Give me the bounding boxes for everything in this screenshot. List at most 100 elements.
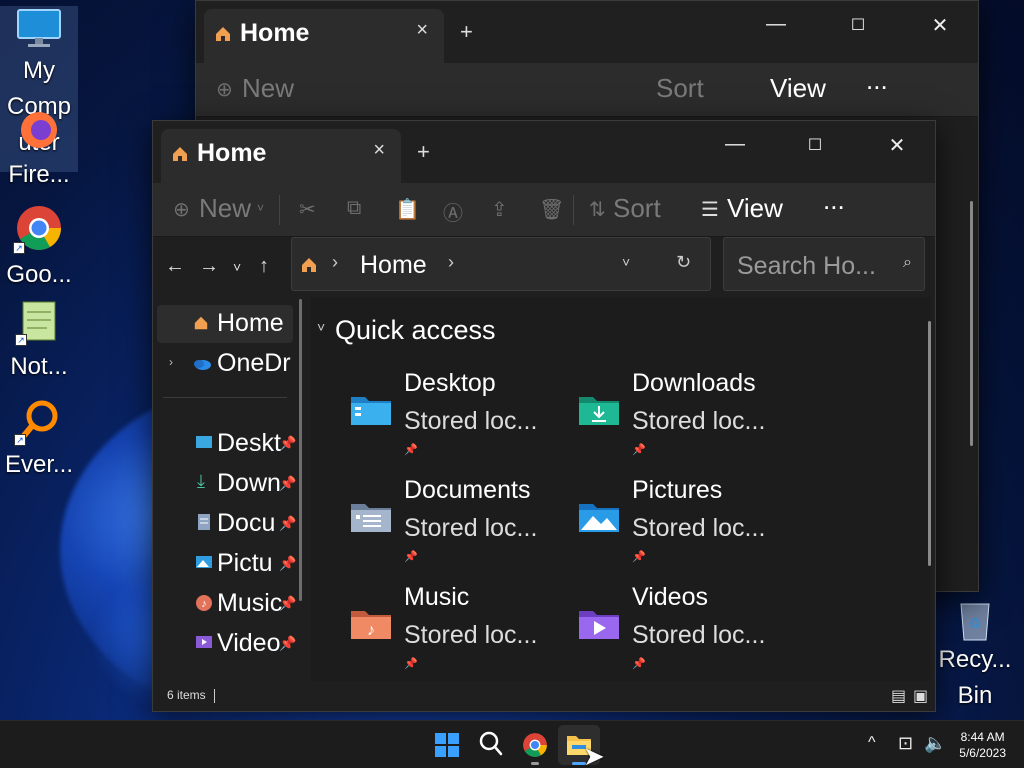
more-options-button[interactable]: ... <box>866 65 888 96</box>
desktop-icon-recycle-bin[interactable]: ♻ Recy... Bin <box>934 596 1016 714</box>
recycle-bin-icon: ♻ <box>955 596 995 642</box>
new-tab-button[interactable]: + <box>417 139 430 165</box>
explorer-window-front[interactable]: Home × + — ☐ ✕ ⊕ New ˅ ✂ ⧉ 📋 Ⓐ ⇪ 🗑 ⇅ Sor… <box>152 120 936 712</box>
item-name: Videos <box>632 583 708 611</box>
nav-item-pictures[interactable]: Pictu 📌 <box>157 545 296 583</box>
cut-icon[interactable]: ✂ <box>299 197 316 222</box>
documents-folder-icon <box>349 498 393 539</box>
rename-icon[interactable]: Ⓐ <box>443 197 463 226</box>
everything-search-icon: ↗ <box>14 398 62 446</box>
tiles-view-icon[interactable]: ▣ <box>913 686 928 706</box>
svg-text:♪: ♪ <box>367 622 375 639</box>
shortcut-arrow-icon: ↗ <box>14 434 26 446</box>
back-button[interactable]: ← <box>165 255 185 278</box>
search-icon[interactable] <box>479 731 503 762</box>
close-tab-button[interactable]: × <box>373 139 385 162</box>
onedrive-icon <box>193 357 211 375</box>
pin-icon: 📌 <box>279 595 297 611</box>
minimize-button[interactable]: — <box>715 133 755 156</box>
videos-icon <box>195 635 213 654</box>
search-icon: ⌕ <box>903 254 912 271</box>
desktop-icon-notepad[interactable]: ↗ Not... <box>0 298 78 385</box>
scrollbar[interactable] <box>970 201 973 446</box>
view-button[interactable]: View <box>727 193 783 224</box>
status-bar: 6 items ▤ ▣ <box>153 681 935 711</box>
new-icon: ⊕ <box>173 199 190 221</box>
pin-icon: 📌 <box>404 444 418 456</box>
breadcrumb-home[interactable]: Home <box>360 251 427 280</box>
quick-access-item-downloads[interactable]: Downloads Stored loc... 📌 <box>577 369 797 463</box>
details-view-icon[interactable]: ▤ <box>891 686 906 706</box>
new-tab-button[interactable]: + <box>460 19 473 45</box>
chrome-icon[interactable] <box>522 732 548 763</box>
quick-access-item-videos[interactable]: Videos Stored loc... 📌 <box>577 583 797 677</box>
nav-item-downloads[interactable]: ⤓ Down 📌 <box>157 465 296 503</box>
show-hidden-icons-button[interactable]: ^ <box>868 734 876 752</box>
nav-item-desktop[interactable]: Deskt 📌 <box>157 425 296 463</box>
new-button[interactable]: New <box>242 73 294 104</box>
nav-item-videos[interactable]: Video 📌 <box>157 625 296 663</box>
desktop-icon-label: Ever... <box>4 451 74 478</box>
sort-button[interactable]: Sort <box>656 73 704 104</box>
chevron-down-icon[interactable]: ˅ <box>317 319 325 335</box>
sort-button[interactable]: Sort <box>613 193 661 224</box>
nav-item-music[interactable]: ♪ Music 📌 <box>157 585 297 623</box>
new-button[interactable]: New <box>199 193 251 224</box>
search-input[interactable]: Search Ho... ⌕ <box>723 237 925 291</box>
close-button[interactable]: ✕ <box>920 13 960 38</box>
recent-locations-button[interactable]: ˅ <box>233 259 241 275</box>
pictures-icon <box>195 555 213 574</box>
paste-icon[interactable]: 📋 <box>395 197 420 222</box>
desktop-icon-everything[interactable]: ↗ Ever... <box>0 398 78 483</box>
quick-access-item-music[interactable]: ♪ Music Stored loc... 📌 <box>349 583 569 677</box>
tab-bar: Home × + — ☐ ✕ <box>196 1 978 63</box>
sort-icon: ⇅ <box>589 199 606 221</box>
item-location: Stored loc... <box>404 407 538 435</box>
quick-access-header[interactable]: Quick access <box>335 315 496 346</box>
search-placeholder: Search Ho... <box>737 252 876 280</box>
breadcrumb-separator[interactable]: › <box>448 252 454 273</box>
up-button[interactable]: ↑ <box>259 255 269 278</box>
clock[interactable]: 8:44 AM 5/6/2023 <box>959 729 1006 761</box>
maximize-button[interactable]: ☐ <box>795 135 835 155</box>
start-icon[interactable] <box>435 733 459 762</box>
chevron-down-icon[interactable]: ˅ <box>622 254 630 270</box>
tab-title: Home <box>197 139 267 167</box>
desktop-icon-label: Not... <box>10 353 68 380</box>
quick-access-item-pictures[interactable]: Pictures Stored loc... 📌 <box>577 476 797 570</box>
desktop-icon-chrome[interactable]: ↗ Goo... <box>0 204 78 293</box>
close-button[interactable]: ✕ <box>877 133 917 158</box>
running-indicator <box>531 762 539 765</box>
nav-item-onedrive[interactable]: › OneDr <box>157 345 293 383</box>
refresh-icon[interactable]: ↻ <box>676 252 691 273</box>
quick-access-item-desktop[interactable]: Desktop Stored loc... 📌 <box>349 369 569 463</box>
minimize-button[interactable]: — <box>756 13 796 36</box>
forward-button[interactable]: → <box>199 255 219 278</box>
mouse-cursor-icon: ➤ <box>583 741 605 768</box>
item-count: 6 items <box>167 688 206 702</box>
address-bar[interactable]: › Home › ˅ ↻ <box>291 237 711 291</box>
desktop-icon-firefox[interactable]: Fire... <box>0 108 78 193</box>
divider <box>573 195 574 225</box>
close-tab-button[interactable]: × <box>416 19 428 42</box>
chevron-right-icon[interactable]: › <box>169 355 173 369</box>
network-icon[interactable]: ⊡ <box>898 733 913 754</box>
nav-item-documents[interactable]: Docu 📌 <box>157 505 296 543</box>
copy-icon[interactable]: ⧉ <box>347 197 361 220</box>
notepad-icon: ↗ <box>15 298 61 346</box>
item-name: Pictures <box>632 476 723 504</box>
divider <box>214 689 215 703</box>
delete-icon[interactable]: 🗑 <box>539 197 564 222</box>
view-button[interactable]: View <box>770 73 826 104</box>
content-scrollbar[interactable] <box>928 321 931 566</box>
nav-scrollbar[interactable] <box>299 299 302 601</box>
maximize-button[interactable]: ☐ <box>838 15 878 35</box>
breadcrumb-separator: › <box>332 252 338 272</box>
tab-home[interactable]: Home × <box>161 129 401 183</box>
nav-item-home[interactable]: Home <box>157 305 293 343</box>
share-icon[interactable]: ⇪ <box>491 197 508 222</box>
volume-icon[interactable]: 🔈 <box>924 733 946 754</box>
more-options-button[interactable]: ... <box>823 185 845 216</box>
quick-access-item-documents[interactable]: Documents Stored loc... 📌 <box>349 476 569 570</box>
tab-home[interactable]: Home × <box>204 9 444 63</box>
